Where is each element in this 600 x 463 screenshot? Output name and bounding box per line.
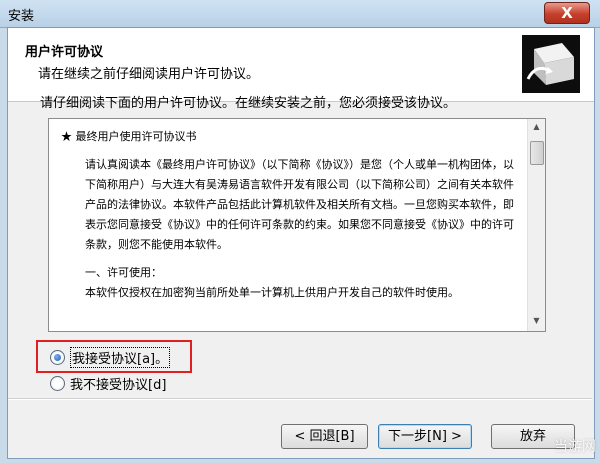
watermark-text: 当游网 [554,439,596,455]
license-section-title: 一、许可使用： [85,266,162,279]
decline-label[interactable]: 我不接受协议[d] [70,374,166,393]
scroll-down-icon[interactable]: ▼ [531,316,542,328]
wizard-header: 用户许可协议 请在继续之前仔细阅读用户许可协议。 [8,28,594,102]
window-title: 安装 [8,9,35,24]
license-paragraph: 本软件仅授权在加密狗当前所处单一计算机上供用户开发自己的软件时使用。 [85,286,459,299]
instruction-text: 请仔细阅读下面的用户许可协议。在继续安装之前，您必须接受该协议。 [40,96,457,111]
accept-label[interactable]: 我接受协议[a]。 [70,346,171,368]
license-scrollbar[interactable]: ▲ ▼ [527,119,545,331]
license-heading: ★ 最终用户使用许可协议书 [61,130,197,143]
accept-option[interactable]: 我接受协议[a]。 [50,346,171,368]
scroll-up-icon[interactable]: ▲ [531,122,542,134]
decline-radio[interactable] [50,375,65,391]
install-box-icon [522,35,580,93]
page-subtitle: 请在继续之前仔细阅读用户许可协议。 [38,67,260,82]
license-content: ★ 最终用户使用许可协议书 请认真阅读本《最终用户许可协议》（以下简称《协议》）… [61,127,521,303]
license-text-box[interactable]: ★ 最终用户使用许可协议书 请认真阅读本《最终用户许可协议》（以下简称《协议》）… [48,118,546,332]
scroll-thumb[interactable] [530,141,544,165]
title-bar: 安装 X [0,0,600,28]
decline-option[interactable]: 我不接受协议[d] [50,373,166,393]
bottom-separator [8,398,592,400]
page-title: 用户许可协议 [25,45,104,60]
next-button[interactable]: 下一步[N] > [378,424,472,449]
close-button[interactable]: X [544,2,590,24]
license-paragraph: 请认真阅读本《最终用户许可协议》（以下简称《协议》）是您（个人或单一机构团体，以… [85,158,514,251]
back-button[interactable]: < 回退[B] [281,424,368,449]
accept-radio[interactable] [50,349,65,365]
